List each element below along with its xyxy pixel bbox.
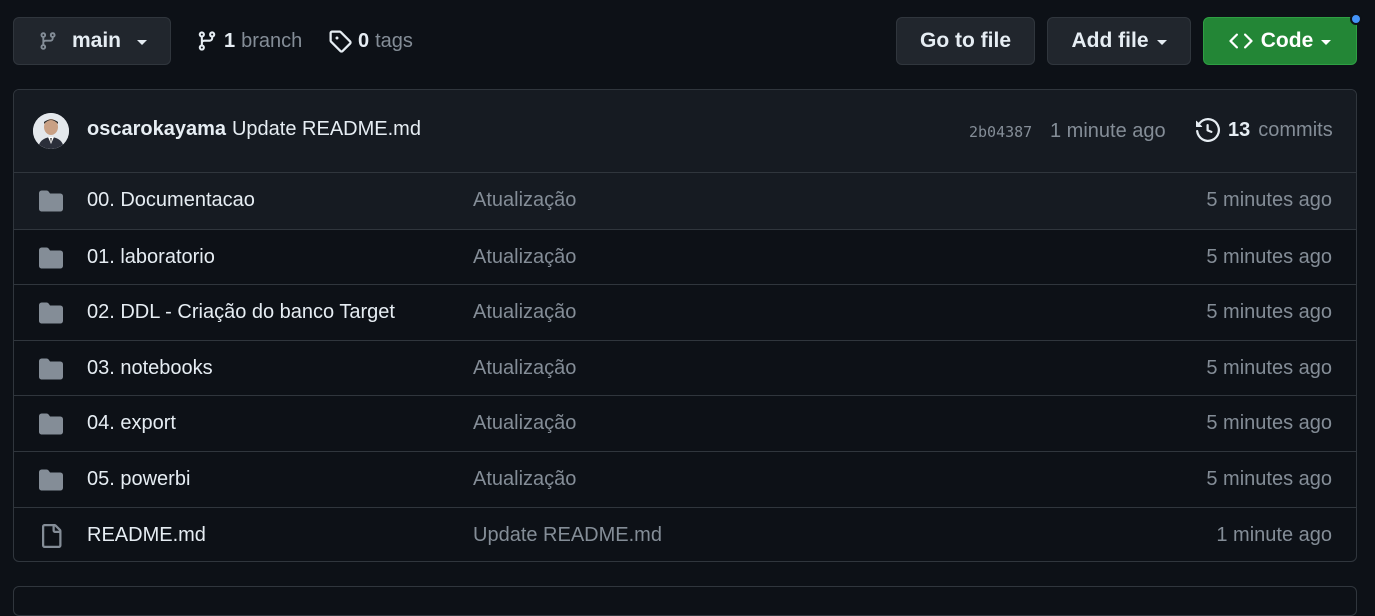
code-icon <box>1229 33 1253 49</box>
user-avatar-icon <box>33 113 69 149</box>
go-to-file-label: Go to file <box>920 29 1011 52</box>
file-name[interactable]: 04. export <box>87 412 176 435</box>
branch-count: 1 <box>224 29 236 52</box>
file-name[interactable]: 03. notebooks <box>87 357 213 380</box>
tag-count: 0 <box>358 29 370 52</box>
notification-dot <box>1350 13 1362 25</box>
add-file-button[interactable]: Add file <box>1047 17 1191 65</box>
file-commit-message[interactable]: Atualização <box>473 357 576 380</box>
commits-history-link[interactable]: 13 commits <box>1196 118 1333 142</box>
code-button[interactable]: Code <box>1203 17 1357 65</box>
folder-icon <box>39 302 63 324</box>
tag-word: tags <box>375 29 413 52</box>
commit-count: 13 <box>1228 118 1251 141</box>
file-name[interactable]: README.md <box>87 524 206 547</box>
commit-sha[interactable]: 2b04387 <box>969 123 1032 141</box>
latest-commit-bar: oscarokayama Update README.md 2b04387 1 m… <box>14 90 1356 173</box>
file-name[interactable]: 05. powerbi <box>87 468 190 491</box>
file-row[interactable]: 00. Documentacao Atualização 5 minutes a… <box>14 173 1356 229</box>
repo-toolbar: main 1 branch 0 tags Go to file Add file… <box>0 0 1375 82</box>
file-commit-time: 5 minutes ago <box>1206 412 1332 435</box>
branch-word: branch <box>241 29 303 52</box>
file-name[interactable]: 02. DDL - Criação do banco Target <box>87 301 395 324</box>
folder-icon <box>39 469 63 491</box>
file-commit-message[interactable]: Atualização <box>473 246 576 269</box>
file-row[interactable]: 01. laboratorio Atualização 5 minutes ag… <box>14 228 1356 285</box>
commit-word: commits <box>1258 118 1333 141</box>
go-to-file-button[interactable]: Go to file <box>896 17 1035 65</box>
folder-icon <box>39 247 63 269</box>
file-commit-message[interactable]: Atualização <box>473 189 576 212</box>
folder-icon <box>39 413 63 435</box>
file-icon <box>42 523 62 548</box>
file-commit-time: 5 minutes ago <box>1206 245 1332 268</box>
commit-message[interactable]: Update README.md <box>232 118 421 140</box>
file-commit-time: 5 minutes ago <box>1206 189 1332 211</box>
file-row[interactable]: 02. DDL - Criação do banco Target Atuali… <box>14 284 1356 340</box>
avatar[interactable] <box>33 113 69 149</box>
folder-icon <box>39 358 63 380</box>
chevron-down-icon <box>1156 40 1167 45</box>
file-browser: oscarokayama Update README.md 2b04387 1 m… <box>13 89 1357 562</box>
branches-link[interactable]: 1 branch <box>196 25 302 57</box>
git-branch-icon <box>198 31 216 51</box>
git-branch-icon <box>40 32 56 50</box>
file-commit-message[interactable]: Atualização <box>473 468 576 491</box>
chevron-down-icon <box>137 40 148 45</box>
chevron-down-icon <box>1321 40 1332 45</box>
code-label: Code <box>1260 29 1314 52</box>
file-list: 00. Documentacao Atualização 5 minutes a… <box>14 173 1356 561</box>
file-commit-time: 5 minutes ago <box>1206 356 1332 379</box>
file-commit-message[interactable]: Atualização <box>473 412 576 435</box>
file-row[interactable]: 04. export Atualização 5 minutes ago <box>14 395 1356 451</box>
tags-link[interactable]: 0 tags <box>328 25 413 57</box>
tag-icon <box>329 30 352 53</box>
history-icon <box>1196 118 1220 142</box>
file-name[interactable]: 01. laboratorio <box>87 246 215 269</box>
file-commit-time: 5 minutes ago <box>1206 467 1332 490</box>
file-commit-message[interactable]: Atualização <box>473 301 576 324</box>
branch-select-button[interactable]: main <box>13 17 171 65</box>
file-commit-message[interactable]: Update README.md <box>473 524 662 547</box>
file-row[interactable]: 03. notebooks Atualização 5 minutes ago <box>14 339 1356 396</box>
file-commit-time: 5 minutes ago <box>1206 301 1332 324</box>
readme-box <box>13 586 1357 616</box>
commit-summary: oscarokayama Update README.md <box>87 118 421 141</box>
commit-time: 1 minute ago <box>1050 120 1166 142</box>
file-commit-time: 1 minute ago <box>1216 523 1332 546</box>
add-file-label: Add file <box>1071 29 1149 52</box>
folder-icon <box>39 190 63 212</box>
file-name[interactable]: 00. Documentacao <box>87 189 255 212</box>
branch-name: main <box>72 29 122 52</box>
file-row[interactable]: README.md Update README.md 1 minute ago <box>14 506 1356 561</box>
commit-author[interactable]: oscarokayama <box>87 118 226 140</box>
file-row[interactable]: 05. powerbi Atualização 5 minutes ago <box>14 450 1356 507</box>
